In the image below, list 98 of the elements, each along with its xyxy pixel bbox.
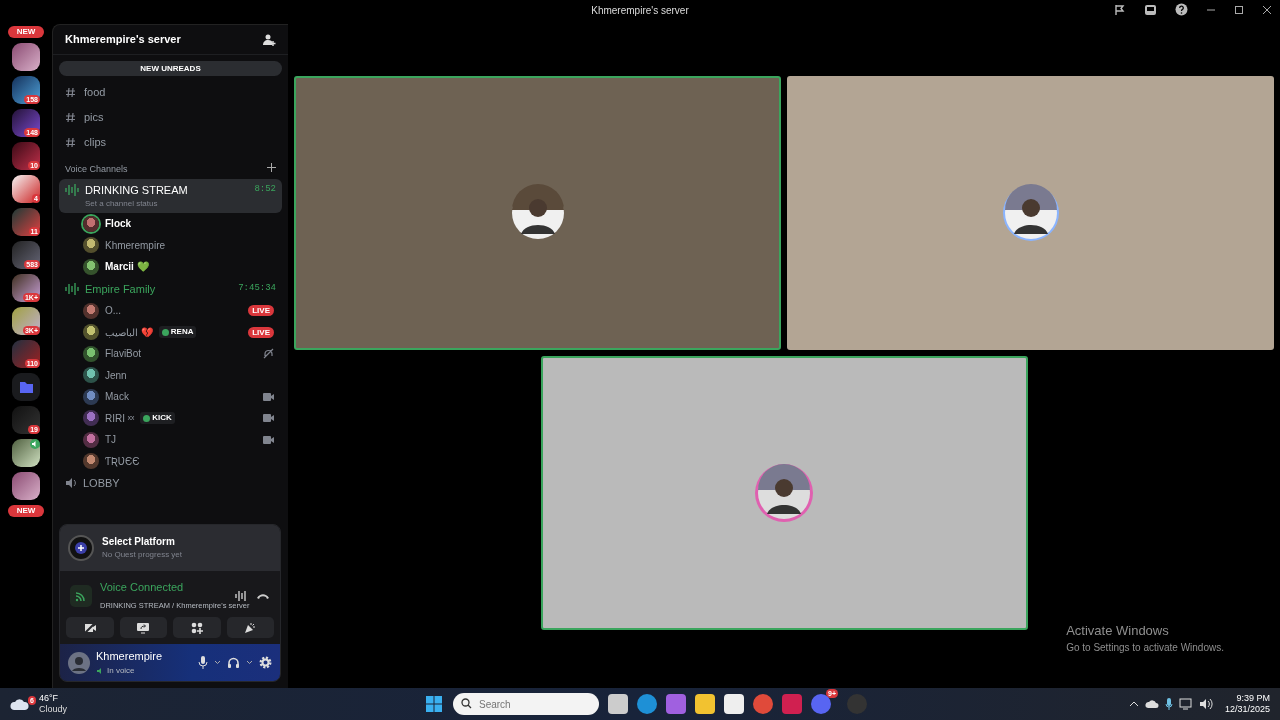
- flag-icon[interactable]: [1114, 3, 1126, 16]
- user-avatar[interactable]: [83, 302, 99, 319]
- member-name[interactable]: ƬƦƲЄЄ: [105, 453, 140, 469]
- member-name[interactable]: Mack: [105, 389, 129, 405]
- member-name[interactable]: الباصيب 💔: [105, 324, 153, 340]
- activities-button[interactable]: [173, 617, 221, 638]
- elapsed-time: 7:45:34: [238, 282, 276, 295]
- new-badge: NEW: [7, 26, 45, 38]
- connection-icon: [70, 584, 92, 607]
- activities-icon: [189, 620, 204, 635]
- speaker-icon: [30, 439, 40, 449]
- quest-subtitle: No Quest progress yet: [102, 549, 183, 561]
- screen-share-icon: [136, 620, 151, 635]
- audio-wave-icon: [65, 282, 79, 295]
- hash-icon: [65, 137, 76, 148]
- microphone-icon[interactable]: [1164, 697, 1173, 711]
- user-avatar[interactable]: [83, 431, 99, 448]
- user-avatar[interactable]: [83, 367, 99, 384]
- maximize-icon[interactable]: [1234, 4, 1244, 15]
- live-badge: LIVE: [248, 326, 274, 338]
- video-tile[interactable]: [787, 76, 1274, 350]
- search-field[interactable]: Search: [453, 693, 599, 715]
- category-label[interactable]: Voice Channels: [65, 163, 128, 177]
- voice-channel-name[interactable]: LOBBY: [83, 475, 120, 492]
- user-status: In voice: [107, 664, 135, 677]
- server-icon[interactable]: [12, 472, 40, 500]
- user-avatar[interactable]: [83, 215, 99, 232]
- caret-icon[interactable]: [214, 660, 221, 665]
- activation-title: Activate Windows: [1066, 621, 1170, 640]
- new-unreads-bar[interactable]: NEW UNREADS: [59, 61, 282, 76]
- live-badge: LIVE: [248, 305, 274, 317]
- speaker-icon: [96, 666, 104, 675]
- window-title: Khmerempire's server: [591, 5, 689, 16]
- quest-title: Select Platform: [102, 535, 176, 549]
- voice-channel-name[interactable]: Empire Family: [85, 280, 156, 297]
- add-member-icon[interactable]: [262, 32, 276, 47]
- waveform-icon[interactable]: [234, 589, 248, 602]
- new-badge: NEW: [7, 505, 45, 517]
- user-avatar[interactable]: [83, 324, 99, 341]
- selected-voice-channel[interactable]: DRINKING STREAM 8:52 Set a channel status: [59, 178, 282, 213]
- user-avatar[interactable]: [83, 345, 99, 362]
- clock-time[interactable]: 9:39 PM: [1224, 693, 1270, 704]
- server-icon[interactable]: [12, 43, 40, 71]
- tag-badge: RENA: [158, 326, 197, 339]
- microphone-icon[interactable]: [198, 656, 208, 669]
- help-icon[interactable]: [1175, 3, 1188, 16]
- camera-off-button[interactable]: [66, 617, 114, 638]
- network-icon[interactable]: [1178, 698, 1193, 710]
- member-name[interactable]: Khmerempire: [105, 237, 166, 253]
- user-name: Khmerempire: [96, 649, 164, 665]
- add-channel-icon[interactable]: [267, 163, 276, 172]
- channel-name[interactable]: food: [84, 84, 106, 101]
- server-icon[interactable]: [12, 439, 40, 467]
- caret-icon[interactable]: [246, 660, 253, 665]
- clock-date[interactable]: 12/31/2025: [1224, 704, 1270, 715]
- channel-name[interactable]: pics: [84, 109, 104, 126]
- app-icon[interactable]: [782, 694, 802, 714]
- temperature: 46°F: [38, 693, 59, 704]
- weather-condition: Cloudy: [38, 704, 67, 715]
- settings-icon[interactable]: [259, 656, 272, 669]
- user-avatar[interactable]: [83, 258, 99, 275]
- channel-name[interactable]: clips: [84, 134, 106, 151]
- member-name[interactable]: Flock: [105, 216, 132, 232]
- hash-icon: [65, 87, 76, 98]
- channel-status[interactable]: Set a channel status: [65, 198, 276, 210]
- user-avatar[interactable]: [83, 388, 99, 405]
- tag-badge: KICK: [140, 412, 175, 425]
- video-tile[interactable]: [540, 356, 1028, 630]
- headphones-icon[interactable]: [227, 656, 240, 669]
- audio-wave-icon: [65, 183, 79, 196]
- hash-icon: [65, 112, 76, 123]
- inbox-icon[interactable]: [1144, 3, 1157, 16]
- member-name[interactable]: Jenn: [105, 367, 127, 383]
- speaker-icon: [65, 477, 77, 490]
- activation-subtitle: Go to Settings to activate Windows.: [1066, 641, 1224, 655]
- server-name[interactable]: Khmerempire's server: [65, 31, 181, 48]
- member-name[interactable]: Marcii 💚: [105, 259, 149, 275]
- user-avatar[interactable]: [83, 237, 99, 254]
- close-icon[interactable]: [1262, 4, 1272, 15]
- user-avatar[interactable]: [83, 410, 99, 427]
- member-name[interactable]: RIRI ˣˣ: [105, 410, 135, 426]
- quest-icon: [68, 534, 94, 561]
- cloud-icon[interactable]: [1144, 699, 1159, 709]
- video-tile[interactable]: [294, 76, 781, 350]
- user-avatar[interactable]: [83, 453, 99, 470]
- search-icon[interactable]: [461, 698, 472, 709]
- member-name[interactable]: O...: [105, 303, 122, 319]
- voice-channel-name[interactable]: DRINKING STREAM: [85, 181, 188, 198]
- elapsed-time: 8:52: [254, 183, 276, 196]
- soundboard-icon: [243, 620, 258, 635]
- chevron-up-icon[interactable]: [1128, 700, 1139, 708]
- member-name[interactable]: FlaviBot: [105, 346, 142, 362]
- member-name[interactable]: TJ: [105, 432, 117, 448]
- voice-status: Voice Connected: [100, 579, 185, 595]
- volume-icon[interactable]: [1198, 698, 1213, 710]
- screen-share-button[interactable]: [119, 617, 167, 638]
- start-icon[interactable]: [424, 694, 444, 714]
- soundboard-button[interactable]: [226, 617, 274, 638]
